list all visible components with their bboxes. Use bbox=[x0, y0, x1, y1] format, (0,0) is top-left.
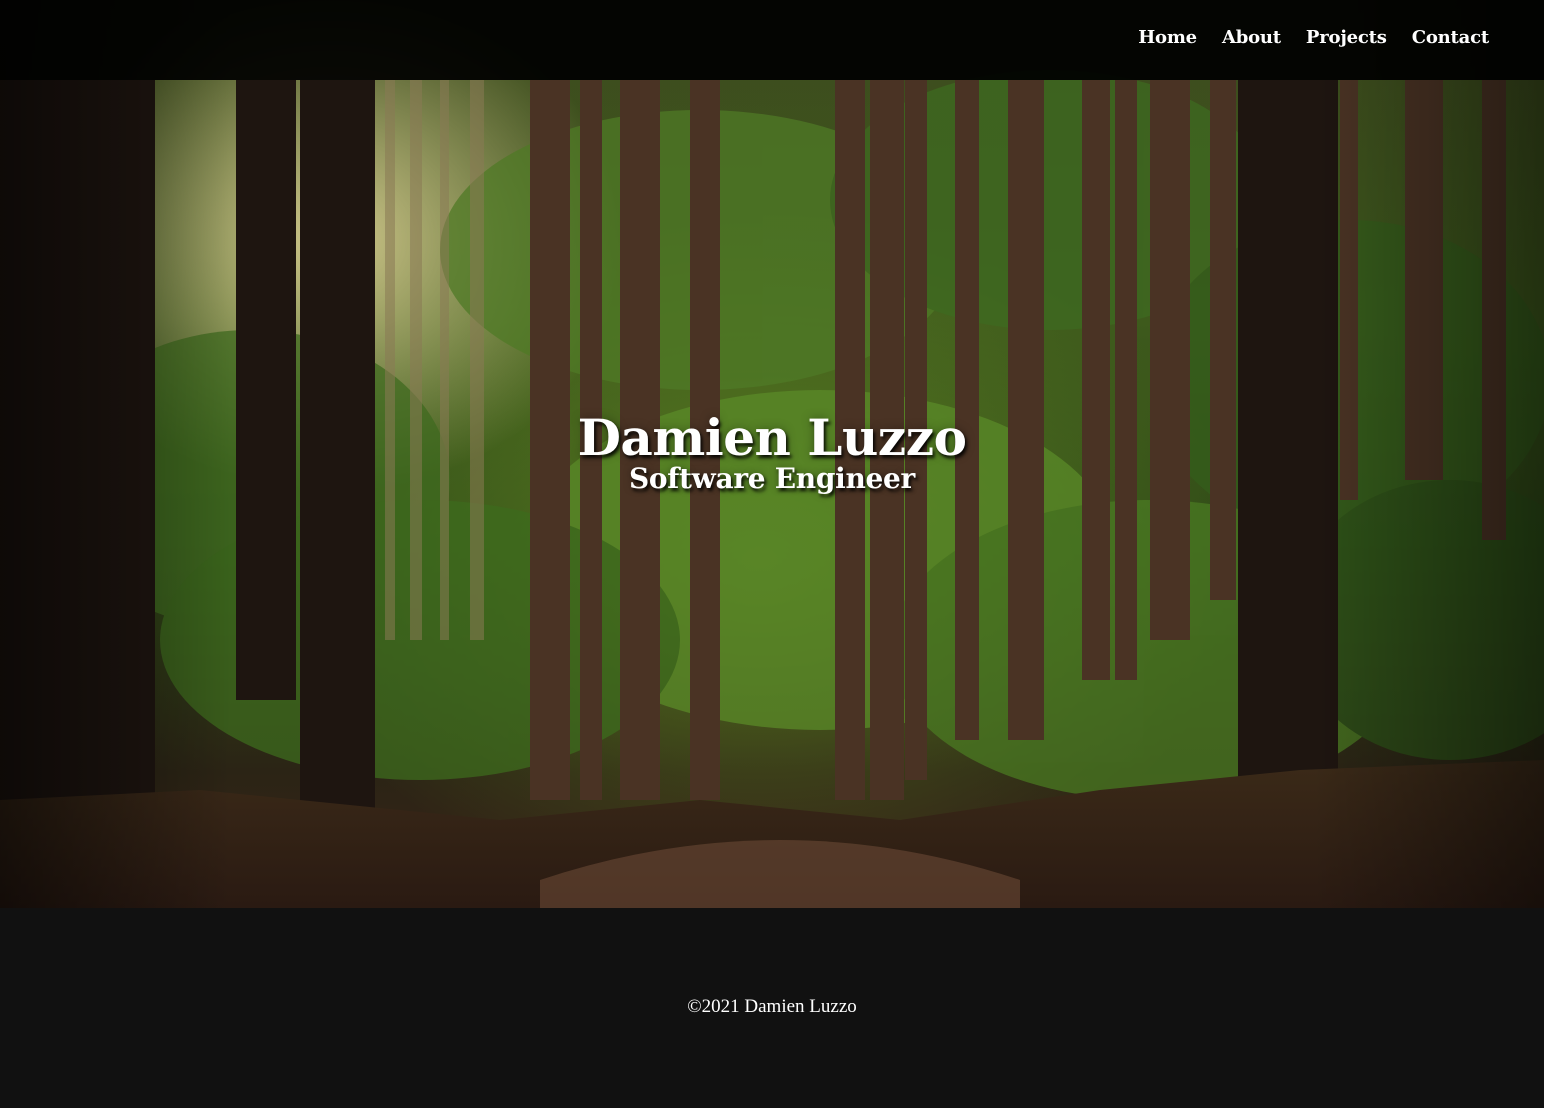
nav-link-about[interactable]: About bbox=[1222, 27, 1281, 48]
nav-link-projects[interactable]: Projects bbox=[1306, 27, 1387, 48]
footer: ©2021 Damien Luzzo bbox=[0, 908, 1544, 1108]
hero-role: Software Engineer bbox=[629, 462, 915, 495]
page: Damien Luzzo Software Engineer Home Abou… bbox=[0, 0, 1544, 1108]
hero-heading-group: Damien Luzzo Software Engineer bbox=[0, 408, 1544, 494]
nav-link-home[interactable]: Home bbox=[1138, 27, 1197, 48]
nav-link-contact[interactable]: Contact bbox=[1412, 27, 1489, 48]
copyright-text: ©2021 Damien Luzzo bbox=[687, 996, 857, 1017]
navbar: Home About Projects Contact bbox=[0, 0, 1544, 80]
hero-section: Damien Luzzo Software Engineer bbox=[0, 0, 1544, 908]
hero-name: Damien Luzzo bbox=[577, 408, 967, 467]
nav-links: Home About Projects Contact bbox=[1138, 27, 1489, 48]
